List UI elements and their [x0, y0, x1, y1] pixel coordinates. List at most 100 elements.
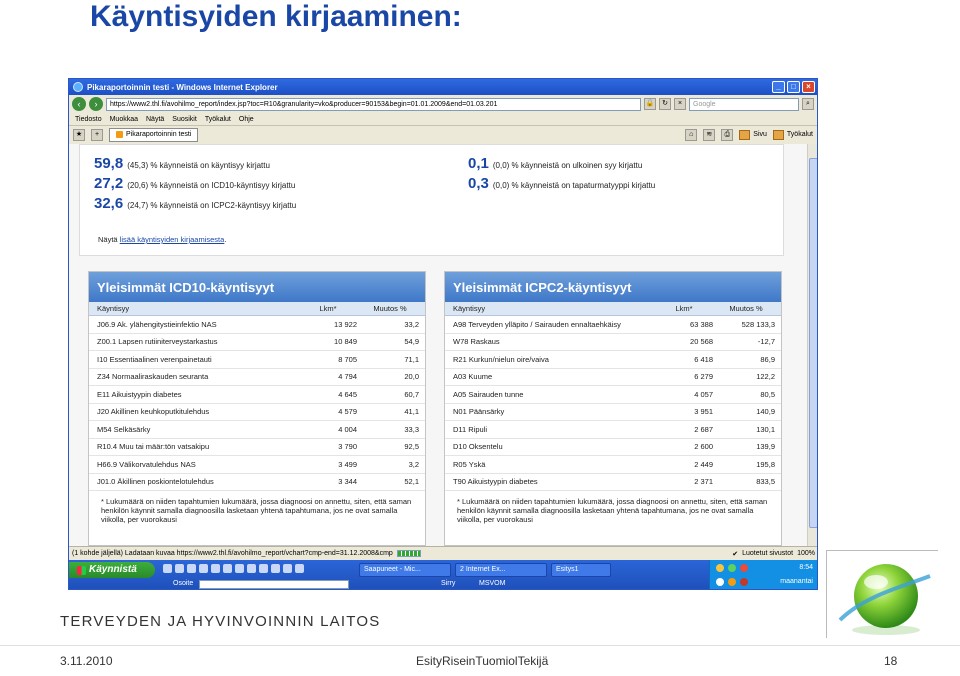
table-cell: W78 Raskaus	[453, 337, 500, 347]
page-menu-button[interactable]: Sivu	[739, 129, 767, 140]
table-row: A05 Sairauden tunne 4 057 80,5	[445, 386, 781, 404]
page-number: 18	[884, 654, 898, 668]
stat-left-2: 27,2 (20,6) % käynneistä on ICD10-käynti…	[94, 175, 296, 192]
footer-date: 3.11.2010	[60, 654, 113, 668]
page-content: 59,8 (45,3) % käynneistä on käyntisyy ki…	[69, 144, 807, 546]
quicklaunch-icon[interactable]	[223, 564, 232, 573]
home-icon[interactable]: ⌂	[685, 128, 698, 141]
table-cell: R05 Yskä	[453, 459, 486, 469]
table-cell: 63 388	[690, 319, 713, 329]
table-cell: 3 951	[694, 407, 713, 417]
stats-box: 59,8 (45,3) % käynneistä on käyntisyy ki…	[79, 144, 784, 256]
forward-icon[interactable]: ›	[89, 97, 103, 111]
quicklaunch-icon[interactable]	[163, 564, 172, 573]
show-more-link[interactable]: lisää käyntisyiden kirjaamisesta	[120, 235, 225, 244]
clock-time[interactable]: 8:54	[799, 564, 813, 571]
tools-menu-button[interactable]: Työkalut	[772, 129, 813, 140]
task-outlook[interactable]: Saapuneet - Mic...	[359, 563, 451, 577]
taskbar: Käynnistä Saapuneet - Mic... 2 Internet …	[69, 560, 817, 589]
quicklaunch-icon[interactable]	[271, 564, 280, 573]
menu-item-edit[interactable]: Muokkaa	[110, 116, 138, 123]
table-row: N01 Päänsärky 3 951 140,9	[445, 404, 781, 421]
stop-icon[interactable]: ×	[674, 98, 686, 110]
refresh-icon[interactable]: ↻	[659, 98, 671, 110]
quicklaunch-icon[interactable]	[211, 564, 220, 573]
quicklaunch-icon[interactable]	[295, 564, 304, 573]
maximize-button[interactable]: □	[787, 81, 800, 93]
quicklaunch-icon[interactable]	[199, 564, 208, 573]
table-row: Z34 Normaaliraskauden seuranta 4 794 20,0	[89, 369, 425, 386]
slide-footer: 3.11.2010 EsityRiseinTuomiolTekijä 18	[0, 645, 960, 676]
print-icon[interactable]: ⎙	[721, 128, 734, 141]
quicklaunch-icon[interactable]	[175, 564, 184, 573]
scrollbar-thumb[interactable]	[809, 158, 817, 528]
back-icon[interactable]: ‹	[72, 97, 86, 111]
table-cell: Z34 Normaaliraskauden seuranta	[97, 372, 209, 382]
table-cell: N01 Päänsärky	[453, 407, 505, 417]
toolbar-item[interactable]: Sirry	[441, 580, 455, 587]
table-cell: 41,1	[404, 407, 419, 417]
menu-item-favorites[interactable]: Suosikit	[172, 116, 197, 123]
icd10-footnote: * Lukumäärä on niiden tapahtumien lukumä…	[101, 497, 412, 524]
search-input[interactable]: Google	[689, 97, 799, 111]
tray-icon[interactable]	[728, 578, 736, 586]
lock-icon[interactable]: 🔒	[644, 98, 656, 110]
add-favorites-icon[interactable]: +	[91, 128, 103, 141]
url-input[interactable]: https://www2.thl.fi/avohilmo_report/inde…	[106, 97, 641, 111]
tray-icon[interactable]	[740, 564, 748, 572]
page-icon	[116, 131, 123, 138]
tray-icon[interactable]	[728, 564, 736, 572]
table-cell: 122,2	[756, 372, 775, 382]
table-cell: J06.9 Ak. ylähengitystieinfektio NAS	[97, 319, 217, 329]
stat-left-3: 32,6 (24,7) % käynneistä on ICPC2-käynti…	[94, 195, 297, 212]
quicklaunch-icon[interactable]	[187, 564, 196, 573]
table-row: D11 Ripuli 2 687 130,1	[445, 421, 781, 439]
tray-icon[interactable]	[740, 578, 748, 586]
vertical-scrollbar[interactable]	[807, 144, 817, 546]
table-row: I10 Essentiaalinen verenpainetauti 8 705 7…	[89, 351, 425, 369]
tray-icon[interactable]	[716, 578, 724, 586]
table-cell: 6 279	[694, 372, 713, 382]
task-internet-explorer[interactable]: 2 Internet Ex...	[455, 563, 547, 577]
quicklaunch-icon[interactable]	[235, 564, 244, 573]
icd10-column-headers: Käyntisyy Lkm* Muutos %	[89, 302, 425, 316]
table-cell: 8 705	[338, 354, 357, 364]
table-cell: 71,1	[404, 354, 419, 364]
browser-window: Pikaraportoinnin testi - Windows Interne…	[68, 78, 818, 590]
feeds-icon[interactable]: ≋	[703, 128, 716, 141]
stat-left-1: 59,8 (45,3) % käynneistä on käyntisyy ki…	[94, 155, 270, 172]
quicklaunch-icon[interactable]	[259, 564, 268, 573]
window-titlebar: Pikaraportoinnin testi - Windows Interne…	[69, 79, 817, 95]
ie-icon	[73, 82, 83, 92]
toolbar-address-input[interactable]	[199, 580, 349, 589]
system-tray: 8:54 maanantai	[709, 560, 817, 589]
menu-item-tools[interactable]: Työkalut	[205, 116, 231, 123]
table-cell: 139,9	[756, 442, 775, 452]
green-orb-logo-icon	[838, 564, 931, 635]
table-cell: 13 922	[334, 319, 357, 329]
table-row: D10 Oksentelu 2 600 139,9	[445, 439, 781, 456]
table-cell: 3 790	[338, 442, 357, 452]
table-cell: 60,7	[404, 389, 419, 399]
quicklaunch-icon[interactable]	[283, 564, 292, 573]
favorites-star-icon[interactable]: ★	[73, 128, 85, 141]
tray-icon[interactable]	[716, 564, 724, 572]
table-cell: D11 Ripuli	[453, 424, 488, 434]
table-cell: 4 579	[338, 407, 357, 417]
minimize-button[interactable]: _	[772, 81, 785, 93]
icd10-table-body: J06.9 Ak. ylähengitystieinfektio NAS 13 9…	[89, 316, 425, 491]
menu-item-file[interactable]: Tiedosto	[75, 116, 102, 123]
menu-item-view[interactable]: Näytä	[146, 116, 164, 123]
zoom-level[interactable]: 100%	[797, 550, 815, 557]
close-button[interactable]: ×	[802, 81, 815, 93]
table-cell: -12,7	[757, 337, 775, 347]
task-presentation[interactable]: Esitys1	[551, 563, 611, 577]
menu-item-help[interactable]: Ohje	[239, 116, 254, 123]
quicklaunch-icon[interactable]	[247, 564, 256, 573]
search-icon[interactable]: ⌕	[802, 98, 814, 110]
toolbar-item[interactable]: MSVOM	[479, 580, 505, 587]
table-row: A98 Terveyden ylläpito / Sairauden ennal…	[445, 316, 781, 334]
tab-report[interactable]: Pikaraportoinnin testi	[109, 127, 199, 142]
table-cell: R10.4 Muu tai määr:tön vatsakipu	[97, 442, 210, 452]
start-button[interactable]: Käynnistä	[69, 562, 155, 578]
